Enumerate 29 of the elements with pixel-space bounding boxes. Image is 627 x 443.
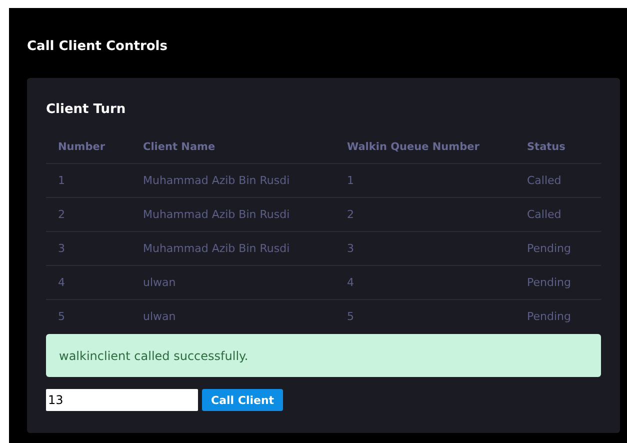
table-cell: Muhammad Azib Bin Rusdi [131, 164, 335, 198]
input-field[interactable]: 13 [46, 389, 198, 411]
column-header: Walkin Queue Number [335, 131, 515, 164]
table-cell: Called [515, 164, 601, 198]
column-header: Status [515, 131, 601, 164]
table-cell: Muhammad Azib Bin Rusdi [131, 232, 335, 266]
column-header: Number [46, 131, 131, 164]
table-cell: 3 [46, 232, 131, 266]
table-cell: Pending [515, 232, 601, 266]
table-cell: 5 [335, 300, 515, 333]
table-cell: Muhammad Azib Bin Rusdi [131, 198, 335, 232]
table-cell: 4 [335, 266, 515, 300]
table-cell: 2 [46, 198, 131, 232]
page-title: Call Client Controls [27, 39, 168, 54]
alert-message: walkinclient called successfully. [59, 348, 248, 362]
table-cell: 3 [335, 232, 515, 266]
table-cell: Pending [515, 300, 601, 333]
table-cell: ulwan [131, 266, 335, 300]
table-cell: 5 [46, 300, 131, 333]
table-cell: ulwan [131, 300, 335, 333]
table-cell: Pending [515, 266, 601, 300]
table-cell: 1 [46, 164, 131, 198]
table-cell: Called [515, 198, 601, 232]
call-client-button[interactable]: Call Client [202, 389, 284, 411]
table-cell: 4 [46, 266, 131, 300]
column-header: Client Name [131, 131, 335, 164]
card-title: Client Turn [46, 102, 126, 117]
table-cell: 2 [335, 198, 515, 232]
table-cell: 1 [335, 164, 515, 198]
